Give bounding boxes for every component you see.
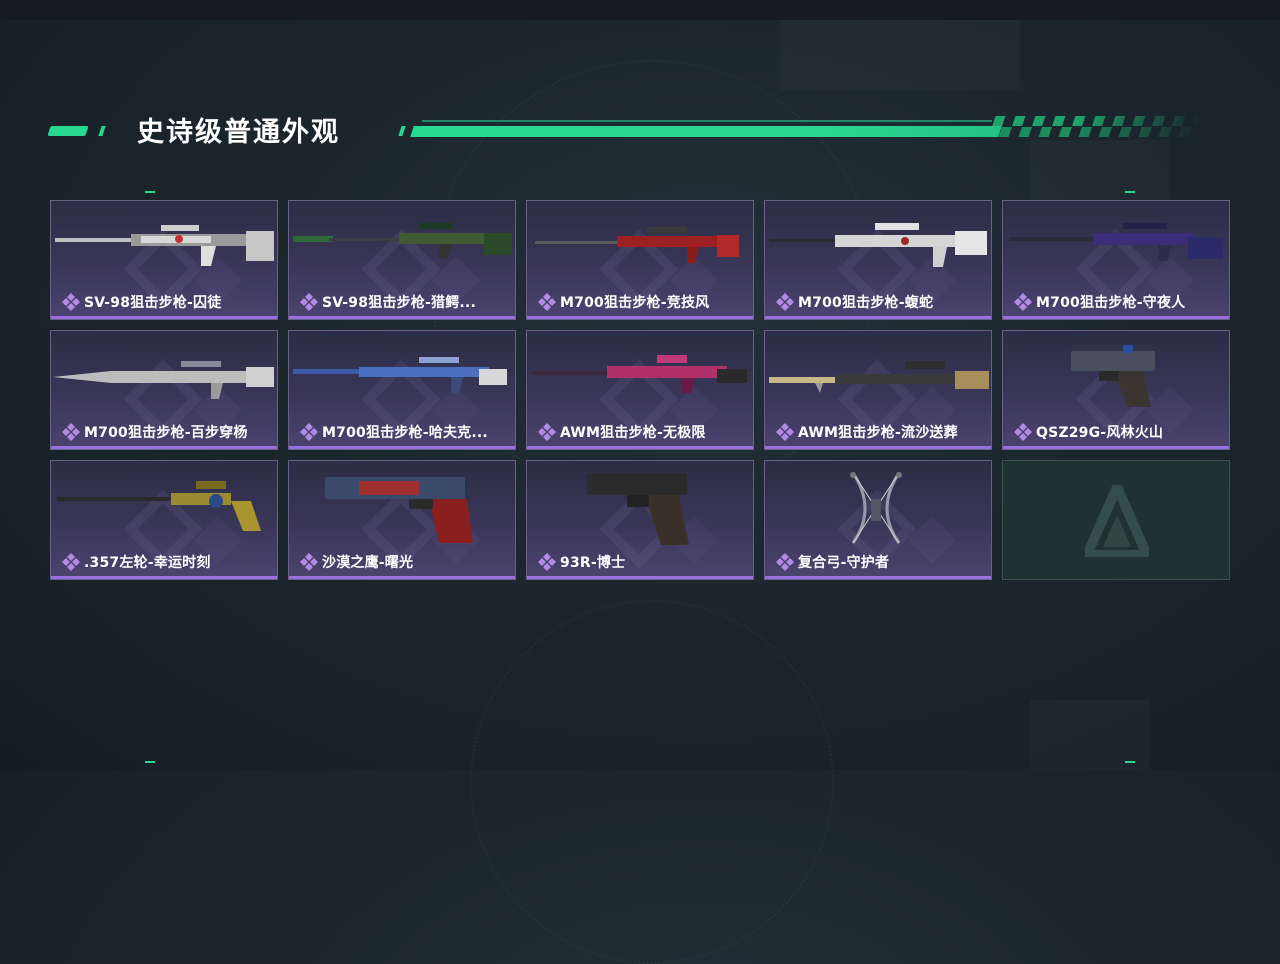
skin-card[interactable]: M700狙击步枪-蝮蛇	[764, 200, 992, 320]
header-accent-pill	[47, 126, 89, 136]
skin-card[interactable]: SV-98狙击步枪-猎鳄...	[288, 200, 516, 320]
top-bar	[0, 0, 1280, 20]
skin-name: M700狙击步枪-守夜人	[1036, 295, 1186, 311]
skin-name: M700狙击步枪-蝮蛇	[798, 295, 934, 311]
skin-card[interactable]: AWM狙击步枪-流沙送葬	[764, 330, 992, 450]
skin-card[interactable]: SV-98狙击步枪-囚徒	[50, 200, 278, 320]
skin-name: 沙漠之鹰-曙光	[322, 555, 414, 571]
skin-card[interactable]: 沙漠之鹰-曙光	[288, 460, 516, 580]
corner-marker	[145, 191, 155, 193]
corner-marker	[145, 761, 155, 763]
sniper-rifle-icon	[527, 341, 753, 416]
epic-rarity-icon	[538, 293, 556, 311]
sniper-rifle-icon	[289, 211, 515, 286]
skin-name: AWM狙击步枪-无极限	[560, 425, 706, 441]
pistol-icon	[527, 471, 753, 546]
pistol-icon	[289, 471, 515, 546]
epic-rarity-icon	[62, 423, 80, 441]
skin-card[interactable]: AWM狙击步枪-无极限	[526, 330, 754, 450]
skin-name: M700狙击步枪-竞技风	[560, 295, 710, 311]
epic-rarity-icon	[538, 423, 556, 441]
epic-rarity-icon	[776, 553, 794, 571]
epic-rarity-icon	[62, 293, 80, 311]
skin-card[interactable]: M700狙击步枪-哈夫克...	[288, 330, 516, 450]
skin-card[interactable]: M700狙击步枪-百步穿杨	[50, 330, 278, 450]
header-accent-bar	[410, 126, 1002, 137]
skin-card[interactable]: 93R-博士	[526, 460, 754, 580]
header-checker-pattern	[988, 116, 1204, 137]
skin-name: 93R-博士	[560, 555, 626, 571]
epic-rarity-icon	[776, 293, 794, 311]
sniper-rifle-icon	[1003, 211, 1229, 286]
background-shape	[1030, 700, 1150, 770]
epic-rarity-icon	[1014, 423, 1032, 441]
epic-rarity-icon	[776, 423, 794, 441]
epic-rarity-icon	[300, 293, 318, 311]
background-shape	[780, 20, 1020, 90]
skin-card[interactable]: .357左轮-幸运时刻	[50, 460, 278, 580]
game-logo-icon	[1085, 485, 1149, 557]
skin-card[interactable]: 复合弓-守护者	[764, 460, 992, 580]
revolver-icon	[51, 471, 277, 546]
sniper-rifle-icon	[527, 211, 753, 286]
skin-name: SV-98狙击步枪-猎鳄...	[322, 295, 476, 311]
skin-name: .357左轮-幸运时刻	[84, 555, 211, 571]
sniper-rifle-icon	[289, 341, 515, 416]
compound-bow-icon	[765, 471, 991, 546]
pistol-icon	[1003, 341, 1229, 416]
sniper-rifle-icon	[51, 341, 277, 416]
header-accent-tick	[398, 126, 406, 136]
sniper-rifle-icon	[765, 341, 991, 416]
skin-grid: SV-98狙击步枪-囚徒 SV-98狙击步枪-猎鳄... M700狙击步枪-竞技…	[50, 200, 1230, 580]
epic-rarity-icon	[1014, 293, 1032, 311]
section-title: 史诗级普通外观	[137, 117, 340, 148]
skin-name: M700狙击步枪-百步穿杨	[84, 425, 248, 441]
background-ring	[470, 600, 834, 964]
skin-name: M700狙击步枪-哈夫克...	[322, 425, 488, 441]
skin-name: 复合弓-守护者	[798, 555, 890, 571]
sniper-rifle-icon	[51, 211, 277, 286]
skin-name: AWM狙击步枪-流沙送葬	[798, 425, 958, 441]
skin-name: QSZ29G-风林火山	[1036, 425, 1164, 441]
sniper-rifle-icon	[765, 211, 991, 286]
epic-rarity-icon	[300, 553, 318, 571]
skin-card[interactable]: M700狙击步枪-竞技风	[526, 200, 754, 320]
background-shape	[1030, 140, 1170, 200]
epic-rarity-icon	[300, 423, 318, 441]
skin-card[interactable]: M700狙击步枪-守夜人	[1002, 200, 1230, 320]
skin-name: SV-98狙击步枪-囚徒	[84, 295, 222, 311]
corner-marker	[1125, 191, 1135, 193]
empty-slot	[1002, 460, 1230, 580]
header-thin-line	[422, 120, 992, 122]
header-accent-tick	[98, 126, 106, 136]
skin-card[interactable]: QSZ29G-风林火山	[1002, 330, 1230, 450]
corner-marker	[1125, 761, 1135, 763]
epic-rarity-icon	[62, 553, 80, 571]
epic-rarity-icon	[538, 553, 556, 571]
